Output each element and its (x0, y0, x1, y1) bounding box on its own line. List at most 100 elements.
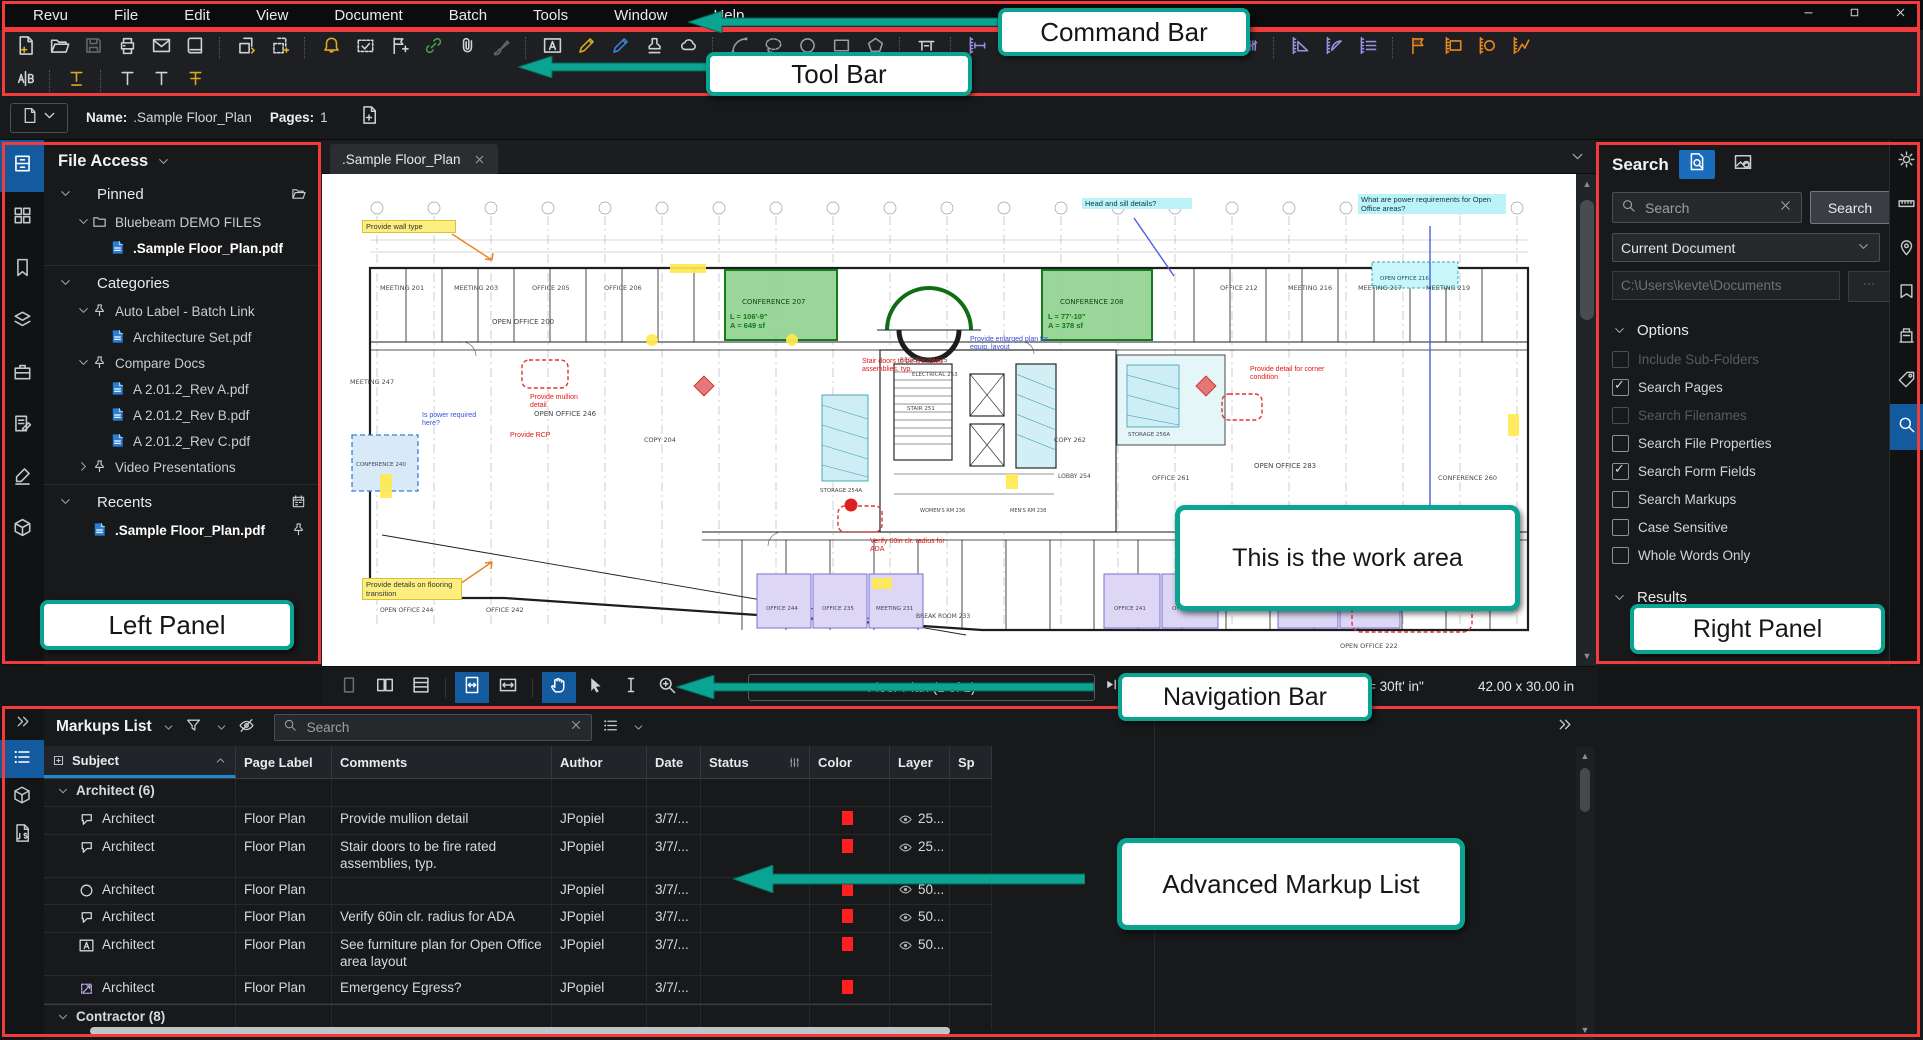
panel-tab-button[interactable] (0, 348, 44, 400)
panel-tab-button[interactable] (0, 816, 44, 854)
text-search-tab[interactable] (1679, 150, 1715, 179)
markup-row[interactable]: Architect (6) (44, 778, 992, 807)
toolbar-button[interactable] (180, 67, 210, 95)
toolbar-button[interactable] (1404, 34, 1434, 62)
toolbar-button[interactable] (1392, 37, 1395, 59)
panel-tab-button[interactable] (0, 504, 44, 556)
expand-markups-icon[interactable] (1556, 716, 1576, 736)
toolbar-button[interactable] (100, 70, 103, 92)
toolbar-button[interactable] (304, 37, 307, 59)
columns-menu-icon[interactable] (602, 717, 622, 737)
search-option-checkbox[interactable]: Include Sub-Folders (1612, 345, 1890, 373)
search-option-checkbox[interactable]: Search Form Fields (1612, 457, 1890, 485)
nav-tool-button[interactable] (404, 672, 438, 703)
toolbar-button[interactable] (10, 34, 40, 62)
search-option-checkbox[interactable]: Search Markups (1612, 485, 1890, 513)
nav-tool-button[interactable] (455, 672, 489, 703)
search-option-checkbox[interactable]: Case Sensitive (1612, 513, 1890, 541)
toolbar-button[interactable] (452, 34, 482, 62)
toolbar-button[interactable] (1438, 34, 1468, 62)
toolbar-button[interactable] (180, 34, 210, 62)
nav-tool-button[interactable] (368, 672, 402, 703)
document-tab[interactable]: .Sample Floor_Plan (330, 144, 498, 174)
search-option-checkbox[interactable]: Whole Words Only (1612, 541, 1890, 569)
panel-tab-button[interactable] (0, 296, 44, 348)
panel-tab-button[interactable] (1890, 228, 1923, 272)
nav-tool-button[interactable] (532, 678, 535, 698)
markups-search-input[interactable] (274, 714, 592, 741)
column-color[interactable]: Color (810, 746, 890, 778)
toolbar-button[interactable] (10, 67, 40, 95)
markups-horizontal-scrollbar[interactable] (90, 1027, 950, 1035)
toolbar-button[interactable] (61, 67, 91, 95)
search-button[interactable]: Search (1810, 191, 1890, 224)
toolbar-button[interactable] (78, 34, 108, 62)
search-input[interactable] (1612, 192, 1802, 223)
markups-title[interactable]: Markups List (56, 718, 152, 736)
maximize-icon[interactable] (1831, 0, 1877, 29)
file-tree-item[interactable]: Auto Label - Batch Link (44, 298, 322, 324)
toolbar-button[interactable] (384, 34, 414, 62)
toolbar-button[interactable] (112, 34, 142, 62)
file-tree-item[interactable]: Categories (44, 265, 322, 298)
file-tree-item[interactable]: A 2.01.2_Rev A.pdf (44, 376, 322, 402)
clear-search-icon[interactable] (1778, 198, 1793, 218)
panel-tab-button[interactable] (0, 452, 44, 504)
panel-tab-button[interactable] (0, 778, 44, 816)
search-scope-dropdown[interactable]: Current Document (1612, 233, 1880, 262)
nav-tool-button[interactable] (542, 672, 576, 703)
toolbar-button[interactable] (1353, 34, 1383, 62)
panel-tab-button[interactable] (0, 400, 44, 452)
toolbar-button[interactable] (1285, 34, 1315, 62)
file-tree-item[interactable]: Pinned (44, 179, 322, 209)
file-tree-item[interactable]: Video Presentations (44, 454, 322, 480)
toolbar-button[interactable] (350, 34, 380, 62)
search-option-checkbox[interactable]: Search File Properties (1612, 429, 1890, 457)
panel-tab-button[interactable] (0, 244, 44, 296)
clear-search-icon[interactable] (569, 718, 583, 737)
nav-tool-button[interactable] (491, 672, 525, 703)
nav-tool-button[interactable] (614, 672, 648, 703)
markups-vertical-scrollbar[interactable]: ▲ ▼ (1576, 746, 1594, 1040)
search-option-checkbox[interactable]: Search Filenames (1612, 401, 1890, 429)
scroll-up-icon[interactable]: ▲ (1576, 174, 1598, 194)
file-tree-item[interactable]: A 2.01.2_Rev B.pdf (44, 402, 322, 428)
panel-tab-button[interactable] (0, 740, 44, 778)
nav-tool-button[interactable] (578, 672, 612, 703)
toolbar-button[interactable] (49, 70, 52, 92)
scroll-down-icon[interactable]: ▼ (1576, 646, 1598, 666)
nav-tool-button[interactable] (332, 672, 366, 703)
markup-row[interactable]: Architect Floor Plan See furniture plan … (44, 933, 992, 976)
toolbar-button[interactable] (316, 34, 346, 62)
visual-search-tab[interactable] (1725, 150, 1761, 179)
toolbar-button[interactable] (1319, 34, 1349, 62)
collapse-panel-icon[interactable] (0, 708, 44, 740)
hide-markups-icon[interactable] (238, 717, 258, 737)
toolbar-button[interactable] (1273, 37, 1276, 59)
menu-item[interactable]: File (91, 0, 161, 30)
menu-item[interactable]: Batch (426, 0, 510, 30)
file-tree-item[interactable]: A 2.01.2_Rev C.pdf (44, 428, 322, 454)
panel-tab-button[interactable] (1890, 404, 1923, 450)
panel-tab-button[interactable] (1890, 184, 1923, 228)
column-comments[interactable]: Comments (332, 746, 552, 778)
column-space[interactable]: Sp (950, 746, 992, 778)
toolbar-button[interactable] (1506, 34, 1536, 62)
panel-tab-button[interactable] (0, 140, 44, 192)
toolbar-button[interactable] (265, 34, 295, 62)
tab-list-icon[interactable] (1569, 148, 1586, 165)
filter-icon[interactable] (185, 717, 205, 737)
markup-row[interactable]: Architect Floor Plan Emergency Egress? J… (44, 976, 992, 1004)
work-area-scrollbar[interactable]: ▲ ▼ (1576, 174, 1598, 666)
menu-item[interactable]: View (233, 0, 311, 30)
file-tree-item[interactable]: Compare Docs (44, 350, 322, 376)
markup-row[interactable]: Architect Floor Plan Verify 60in clr. ra… (44, 905, 992, 933)
menu-item[interactable]: Edit (161, 0, 233, 30)
page-setup-button[interactable] (354, 103, 384, 133)
options-section-header[interactable]: Options (1612, 322, 1890, 339)
search-option-checkbox[interactable]: Search Pages (1612, 373, 1890, 401)
tab-close-icon[interactable] (473, 153, 486, 166)
column-author[interactable]: Author (552, 746, 647, 778)
toolbar-button[interactable] (486, 34, 516, 62)
column-page-label[interactable]: Page Label (236, 746, 332, 778)
